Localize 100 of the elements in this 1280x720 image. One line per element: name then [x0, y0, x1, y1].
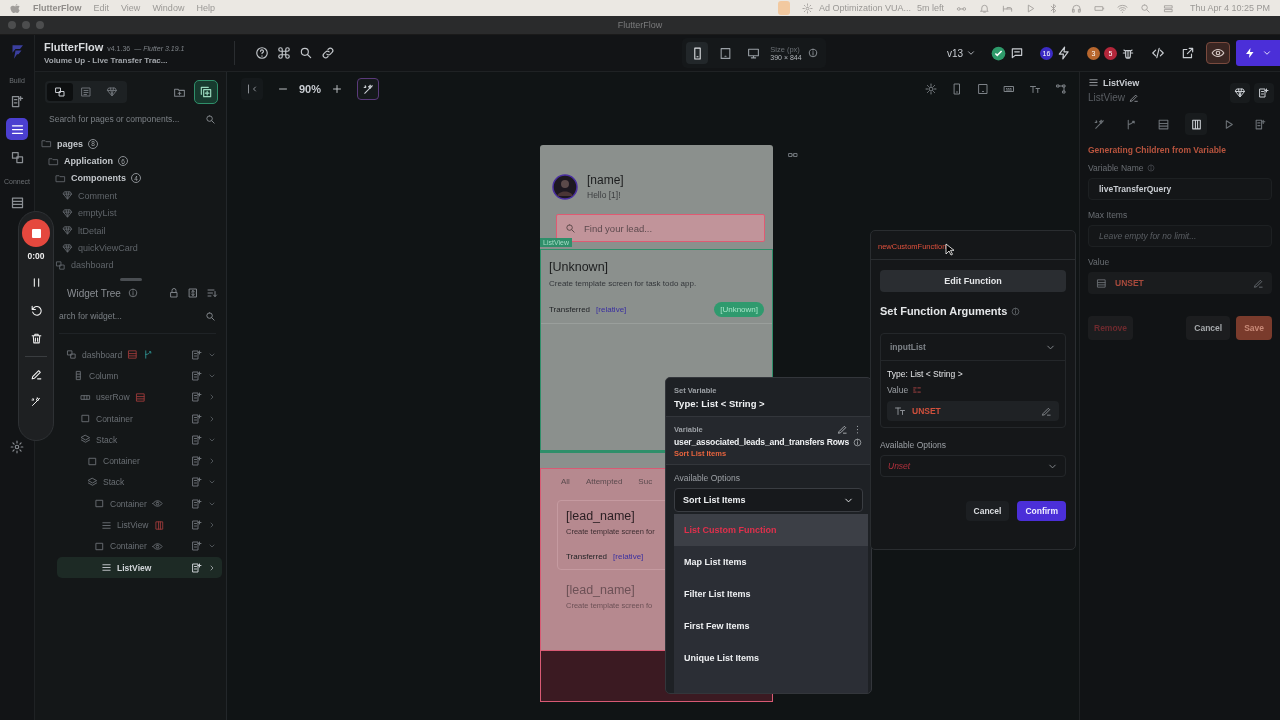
add-widget-icon[interactable]: [191, 561, 203, 574]
dropdown-option[interactable]: Map List Items: [674, 546, 868, 578]
gear-icon[interactable]: [801, 2, 813, 14]
expand-icon[interactable]: [187, 287, 199, 299]
settings-icon[interactable]: [10, 440, 24, 454]
chevron-icon[interactable]: [208, 414, 216, 423]
tree-row[interactable]: Stack: [57, 471, 222, 494]
pencil-icon[interactable]: [29, 368, 43, 381]
search-icon[interactable]: [299, 46, 313, 60]
tree-row[interactable]: Container: [57, 450, 222, 472]
version-dropdown[interactable]: v13: [942, 47, 980, 59]
trash-icon[interactable]: [29, 332, 43, 345]
chevron-icon[interactable]: [208, 521, 216, 529]
sort-icon[interactable]: [206, 287, 218, 299]
options-dropdown[interactable]: Sort List Items: [674, 488, 863, 512]
nodes-icon[interactable]: [1055, 83, 1067, 95]
component-button[interactable]: [1230, 83, 1250, 103]
tree-row[interactable]: dashboard: [57, 344, 222, 366]
variable-name-field[interactable]: liveTransferQuery: [1088, 178, 1272, 200]
stop-button[interactable]: [22, 219, 50, 247]
menu-app-name[interactable]: FlutterFlow: [33, 3, 82, 13]
tree-row[interactable]: Stack: [57, 429, 222, 451]
value-field[interactable]: UNSET: [1088, 272, 1272, 294]
dropdown-option[interactable]: First Few Items: [674, 610, 868, 642]
lead-card[interactable]: [Unknown] Create template screen for task todo app. Transferred [relative] [Unknown]: [541, 250, 772, 324]
page-label[interactable]: pages: [57, 138, 83, 149]
page-label[interactable]: Application: [64, 156, 113, 167]
preview-button[interactable]: [1206, 42, 1230, 64]
check-icon[interactable]: [991, 45, 1006, 61]
tree-row[interactable]: ListView: [57, 514, 222, 536]
restart-icon[interactable]: [29, 304, 43, 317]
panel-tab[interactable]: [47, 83, 73, 101]
edit-icon[interactable]: [837, 424, 848, 435]
filter-tab[interactable]: Suc: [638, 477, 653, 486]
apple-icon[interactable]: [10, 2, 21, 14]
save-button[interactable]: Save: [1236, 316, 1272, 340]
argument-header[interactable]: inputList: [881, 334, 1065, 361]
eye-icon[interactable]: [151, 540, 163, 552]
command-icon[interactable]: [277, 46, 291, 60]
tablet-icon[interactable]: [977, 83, 989, 95]
page-label[interactable]: dashboard: [71, 260, 114, 271]
page-label[interactable]: Components: [71, 173, 126, 184]
value-field[interactable]: UNSET: [887, 401, 1059, 421]
widget-name[interactable]: ListView: [1088, 92, 1126, 103]
page-label[interactable]: quickViewCard: [78, 243, 138, 254]
menu-item[interactable]: Help: [196, 3, 215, 13]
code-icon[interactable]: [1151, 46, 1165, 60]
add-widget-button[interactable]: [1254, 83, 1274, 103]
chevron-icon[interactable]: [208, 393, 216, 402]
edit-function-button[interactable]: Edit Function: [880, 270, 1066, 292]
project-name[interactable]: Volume Up - Live Transfer Trac...: [44, 56, 234, 65]
zoom-in-icon[interactable]: [331, 83, 344, 95]
page-label[interactable]: ltDetail: [78, 225, 106, 236]
run-button[interactable]: [1236, 40, 1280, 66]
status-text[interactable]: Ad Optimization VUA...: [818, 3, 911, 13]
tree-row[interactable]: Column: [57, 365, 222, 387]
menu-item[interactable]: View: [121, 3, 141, 13]
headphones-icon[interactable]: [1070, 2, 1082, 14]
tree-row[interactable]: Container: [57, 493, 222, 515]
dropdown-option[interactable]: Filter List Items: [674, 578, 868, 610]
help-icon[interactable]: [255, 46, 269, 60]
bolt-list-icon[interactable]: [1057, 46, 1071, 60]
lock-icon[interactable]: [168, 287, 180, 299]
cancel-button[interactable]: Cancel: [1186, 316, 1231, 340]
edit-icon[interactable]: [1129, 92, 1140, 103]
search-field[interactable]: arch for widget...: [59, 309, 205, 323]
page-label[interactable]: emptyList: [78, 208, 117, 219]
magic-button[interactable]: [357, 78, 380, 100]
cancel-button[interactable]: Cancel: [965, 501, 1010, 521]
tree-row[interactable]: Container: [57, 407, 222, 430]
phone-icon[interactable]: [951, 83, 963, 95]
max-items-field[interactable]: Leave empty for no limit...: [1088, 225, 1272, 247]
keyboard-icon[interactable]: [1003, 83, 1015, 95]
clock[interactable]: Thu Apr 4 10:25 PM: [1189, 3, 1270, 13]
filter-tab[interactable]: Attempted: [585, 477, 623, 486]
sparkle-icon[interactable]: [30, 396, 42, 408]
dropdown-option[interactable]: Unique List Items: [674, 642, 868, 674]
tree-row[interactable]: Container: [57, 535, 222, 557]
chevron-icon[interactable]: [208, 563, 216, 572]
search-field[interactable]: Search for pages or components...: [49, 112, 205, 126]
confirm-button[interactable]: Confirm: [1017, 501, 1066, 521]
page-label[interactable]: Comment: [78, 190, 117, 201]
link-icon[interactable]: [321, 46, 335, 60]
tree-row[interactable]: ListView: [57, 556, 222, 579]
chat-icon[interactable]: [1010, 46, 1024, 60]
collapse-button[interactable]: [241, 78, 263, 100]
external-link-icon[interactable]: [1181, 46, 1195, 60]
tree-row[interactable]: userRow: [57, 386, 222, 408]
device-button[interactable]: [686, 42, 709, 64]
rail-button[interactable]: [6, 118, 28, 140]
text-size-icon[interactable]: [1029, 83, 1041, 95]
eye-icon[interactable]: [151, 498, 163, 510]
properties-tab[interactable]: [1185, 113, 1208, 135]
chevron-icon[interactable]: [208, 457, 216, 466]
options-dropdown[interactable]: Unset: [880, 455, 1066, 477]
sun-icon[interactable]: [925, 83, 937, 95]
add-page-button[interactable]: [194, 80, 218, 104]
filter-tab[interactable]: All: [561, 477, 570, 486]
menu-item[interactable]: Window: [152, 3, 185, 13]
menu-item[interactable]: Edit: [93, 3, 109, 13]
